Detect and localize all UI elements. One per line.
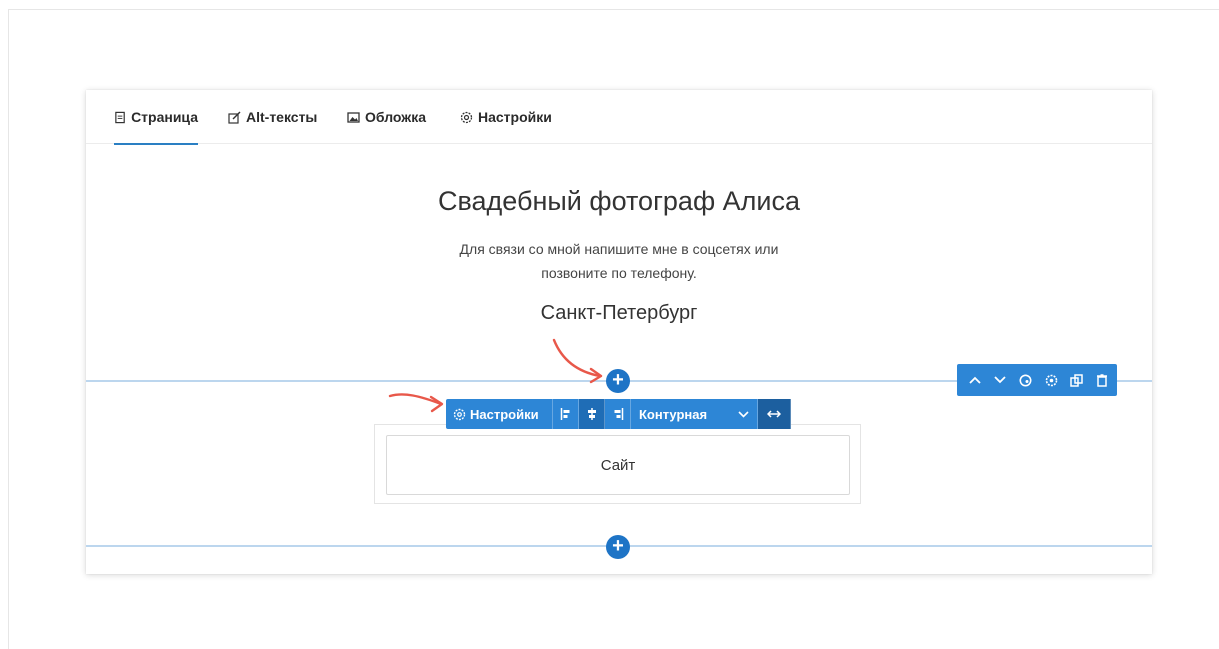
tab-cover-label: Обложка xyxy=(365,109,426,125)
tab-alt-texts[interactable]: Alt-тексты xyxy=(228,90,317,144)
button-style-label: Контурная xyxy=(639,406,708,422)
block-duplicate-button[interactable] xyxy=(1066,370,1086,390)
trash-icon xyxy=(1096,373,1107,387)
description-line-2: позвоните по телефону. xyxy=(541,265,697,281)
tab-settings-label: Настройки xyxy=(478,109,552,125)
move-down-button[interactable] xyxy=(990,370,1010,390)
align-right-icon xyxy=(614,408,623,420)
page-icon xyxy=(115,111,125,123)
block-color-button[interactable] xyxy=(1016,370,1036,390)
button-style-dropdown[interactable]: Контурная xyxy=(631,399,758,429)
edit-icon xyxy=(228,111,241,124)
page-title[interactable]: Свадебный фотограф Алиса xyxy=(86,186,1152,217)
chevron-down-icon xyxy=(994,376,1007,384)
page-description[interactable]: Для связи со мной напишите мне в соцсетя… xyxy=(419,237,819,285)
duplicate-icon xyxy=(1070,373,1083,387)
element-settings-button[interactable]: Настройки xyxy=(446,399,553,429)
move-up-button[interactable] xyxy=(965,370,985,390)
add-block-button-bottom[interactable]: + xyxy=(606,535,630,559)
element-settings-label: Настройки xyxy=(470,406,539,422)
add-block-button-top[interactable]: + xyxy=(606,369,630,393)
city-heading[interactable]: Санкт-Петербург xyxy=(86,302,1152,325)
tab-settings[interactable]: Настройки xyxy=(460,90,552,144)
button-element: Сайт xyxy=(374,424,861,504)
tab-alt-texts-label: Alt-тексты xyxy=(246,109,318,125)
element-toolbar: Настройки Контурная xyxy=(446,399,791,429)
gear-icon xyxy=(453,408,466,420)
align-left-button[interactable] xyxy=(553,399,579,429)
palette-icon xyxy=(1019,374,1032,386)
block-delete-button[interactable] xyxy=(1092,370,1112,390)
image-icon xyxy=(347,111,360,123)
full-width-button[interactable] xyxy=(758,399,791,429)
gear-icon xyxy=(1045,374,1057,386)
gear-icon xyxy=(460,111,473,123)
page-editor-card: Страница Alt-тексты Обложка Настройки Св… xyxy=(86,90,1152,574)
align-center-button[interactable] xyxy=(579,399,605,429)
site-button[interactable]: Сайт xyxy=(386,435,850,495)
description-line-1: Для связи со мной напишите мне в соцсетя… xyxy=(459,241,779,257)
block-settings-button[interactable] xyxy=(1041,370,1061,390)
align-left-icon xyxy=(560,408,569,420)
tab-cover[interactable]: Обложка xyxy=(347,90,426,144)
annotation-arrow-settings xyxy=(388,393,444,413)
chevron-up-icon xyxy=(969,376,981,384)
tab-page[interactable]: Страница xyxy=(114,90,198,145)
tab-page-label: Страница xyxy=(131,109,198,125)
align-center-icon xyxy=(587,408,596,420)
chevron-down-icon xyxy=(738,410,749,418)
tab-bar: Страница Alt-тексты Обложка Настройки xyxy=(86,90,1152,145)
align-right-button[interactable] xyxy=(605,399,631,429)
block-toolbar xyxy=(957,364,1117,396)
expand-width-icon xyxy=(767,410,781,418)
annotation-arrow-add-block xyxy=(552,338,603,384)
